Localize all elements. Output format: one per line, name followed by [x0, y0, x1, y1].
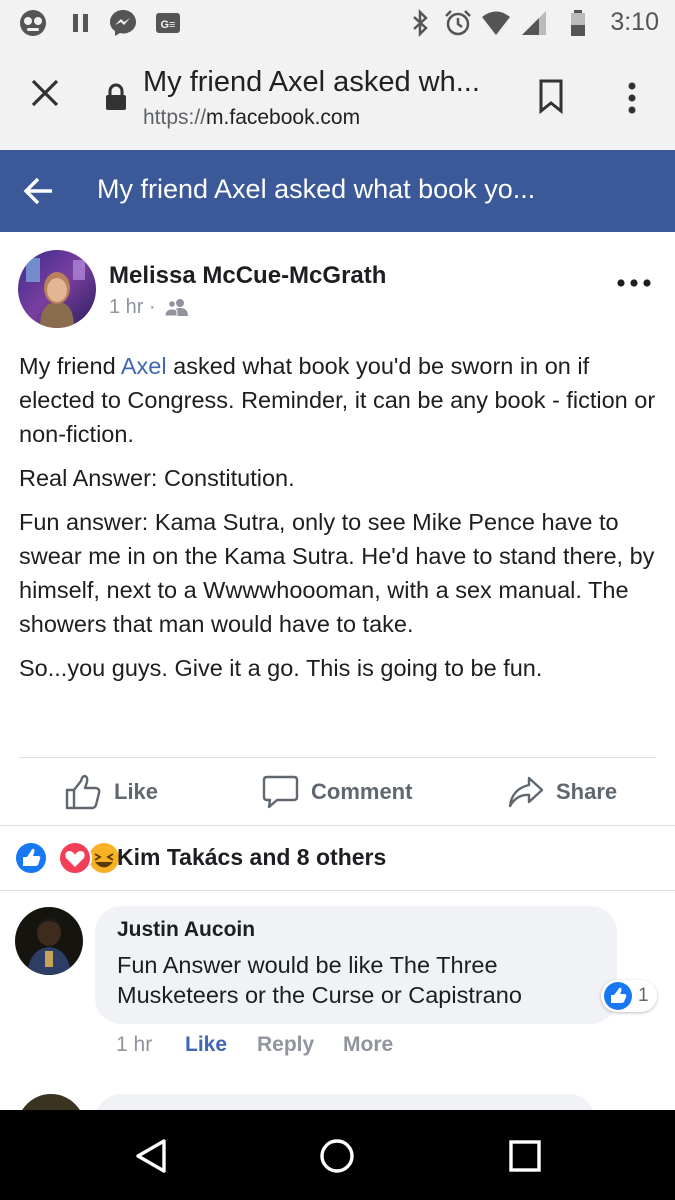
comment-author[interactable]: Justin Aucoin [117, 918, 255, 942]
divider [0, 890, 675, 891]
commenter-photo [15, 907, 83, 975]
recents-square-icon[interactable] [505, 1136, 545, 1176]
comment-reply-link[interactable]: Reply [257, 1033, 314, 1057]
bluetooth-icon [413, 8, 428, 38]
status-bar: G≡ 3:10 [0, 0, 675, 46]
url-scheme: https:// [143, 106, 207, 129]
post-options-icon[interactable] [616, 276, 652, 290]
comment-reaction-count: 1 [638, 985, 649, 1006]
fb-header-title: My friend Axel asked what book yo... [97, 174, 536, 204]
divider [0, 825, 675, 826]
post-meta: 1 hr · [109, 296, 189, 319]
author-avatar[interactable] [18, 250, 96, 328]
share-button[interactable]: Share [508, 770, 617, 814]
back-arrow-icon[interactable] [22, 174, 56, 208]
post-paragraph: So...you guys. Give it a go. This is goi… [19, 655, 543, 681]
comment-time: 1 hr [116, 1033, 153, 1056]
photo-app-icon [20, 10, 46, 36]
post-time[interactable]: 1 hr [109, 296, 143, 318]
home-circle-icon[interactable] [317, 1136, 357, 1176]
comment-reaction-badge[interactable] [601, 980, 657, 1012]
friends-icon [164, 299, 189, 317]
like-button[interactable]: Like [64, 770, 158, 814]
battery-icon [571, 10, 585, 36]
meta-separator: · [149, 296, 156, 318]
reaction-summary[interactable]: Kim Takács and 8 others [117, 844, 386, 871]
news-app-icon: G≡ [156, 13, 180, 33]
fb-header: My friend Axel asked what book yo... [0, 150, 675, 232]
post-paragraph: Real Answer: Constitution. [19, 465, 295, 491]
post-paragraph: My friend Axel asked what book you'd be … [19, 349, 664, 451]
lock-icon [106, 83, 126, 110]
messenger-icon [110, 10, 136, 36]
author-photo [18, 250, 96, 328]
share-label: Share [556, 779, 618, 804]
svg-text:G≡: G≡ [161, 19, 176, 31]
overflow-menu-icon[interactable] [620, 80, 644, 116]
thumbs-up-icon [65, 774, 101, 810]
comment-like-link[interactable]: Like [185, 1033, 227, 1057]
alarm-icon [445, 10, 471, 36]
post-body: My friend Axel asked what book you'd be … [19, 349, 664, 695]
cell-signal-icon [522, 11, 546, 35]
post-author[interactable]: Melissa McCue-McGrath [109, 262, 386, 290]
pause-icon [73, 14, 88, 32]
comment-button[interactable]: Comment [262, 770, 412, 814]
wifi-icon [482, 11, 510, 35]
clock: 3:10 [610, 8, 659, 36]
post-paragraph: Fun answer: Kama Sutra, only to see Mike… [19, 509, 655, 637]
url-host: m.facebook.com [206, 106, 361, 129]
browser-toolbar: My friend Axel asked wh... https://m.fac… [0, 46, 675, 150]
reaction-icons[interactable] [14, 840, 124, 876]
android-nav-bar [0, 1110, 675, 1200]
paragraph-text: My friend [19, 353, 121, 379]
page-title[interactable]: My friend Axel asked wh... [143, 66, 480, 99]
share-icon [508, 776, 544, 808]
back-triangle-icon[interactable] [131, 1136, 171, 1176]
comment-text: Fun Answer would be like The Three Muske… [117, 952, 522, 1008]
comment-more-link[interactable]: More [343, 1033, 393, 1057]
comment-label: Comment [311, 779, 413, 804]
bookmark-icon[interactable] [536, 78, 566, 114]
url-field[interactable]: https://m.facebook.com [143, 106, 360, 130]
close-icon[interactable] [28, 76, 62, 110]
commenter-avatar[interactable] [15, 907, 83, 975]
divider [19, 757, 656, 758]
comment-icon [262, 775, 299, 809]
mention-link[interactable]: Axel [121, 353, 167, 379]
like-reaction-icon [604, 982, 632, 1010]
like-label: Like [114, 779, 159, 804]
